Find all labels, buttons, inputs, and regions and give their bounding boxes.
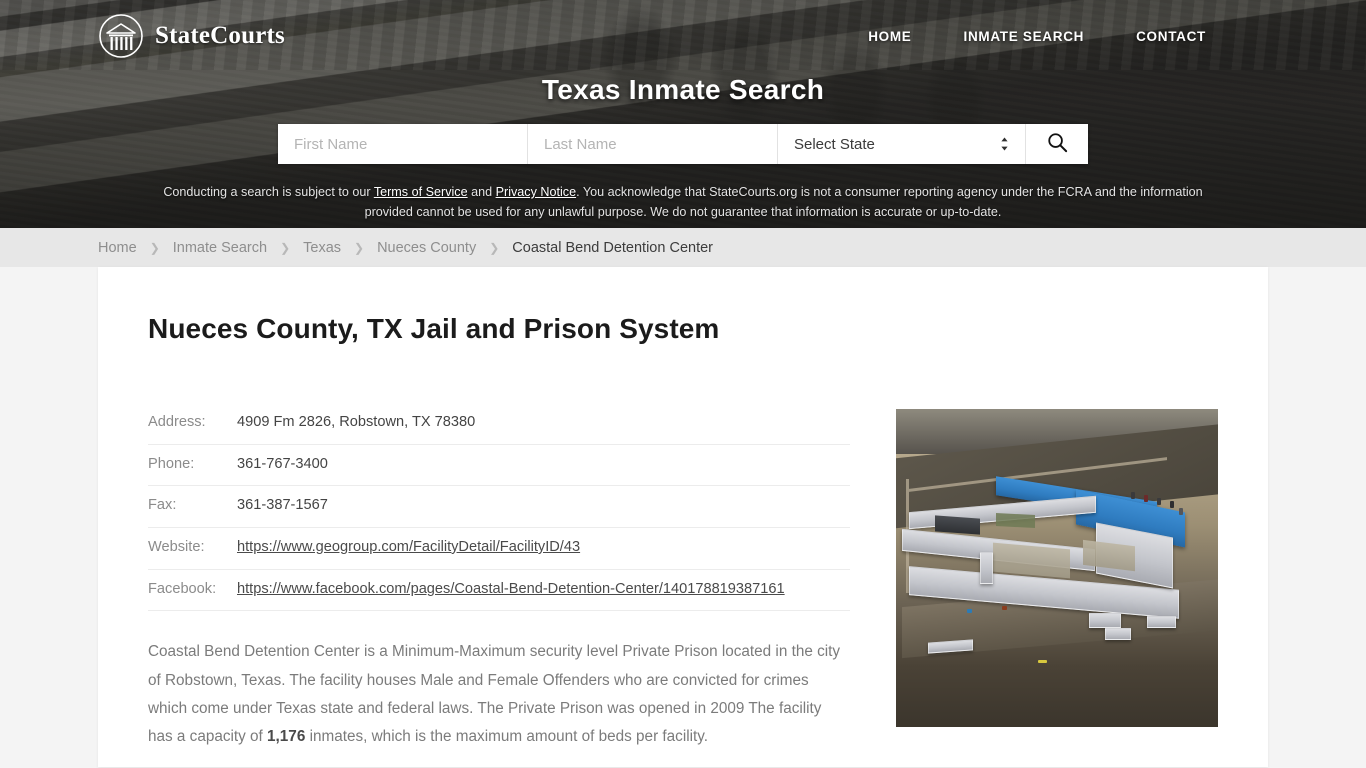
breadcrumb: Home ❯ Inmate Search ❯ Texas ❯ Nueces Co… [0, 228, 1366, 267]
chevron-updown-icon [1000, 136, 1009, 152]
state-select[interactable]: Select State [778, 124, 1026, 164]
breadcrumb-item-current: Coastal Bend Detention Center [512, 239, 713, 256]
last-name-input[interactable] [528, 124, 778, 164]
page-title: Nueces County, TX Jail and Prison System [148, 313, 720, 344]
facility-capacity: 1,176 [267, 728, 306, 746]
facility-description: Coastal Bend Detention Center is a Minim… [148, 638, 850, 751]
breadcrumb-separator-icon: ❯ [149, 240, 160, 255]
main-navigation: HOME INMATE SEARCH CONTACT [868, 29, 1206, 44]
detail-label-fax: Fax: [148, 497, 177, 514]
privacy-notice-link[interactable]: Privacy Notice [496, 185, 576, 199]
search-submit-button[interactable] [1026, 124, 1088, 164]
brand-name: StateCourts [155, 22, 285, 49]
nav-item-home[interactable]: HOME [868, 29, 911, 44]
table-row: Phone: 361-767-3400 [148, 445, 850, 487]
facility-aerial-photo [896, 409, 1218, 727]
detail-value-fax: 361-387-1567 [237, 497, 328, 514]
detail-label-facebook: Facebook: [148, 580, 217, 597]
detail-label-website: Website: [148, 538, 205, 555]
table-row: Website: https://www.geogroup.com/Facili… [148, 528, 850, 570]
brand-logo[interactable]: StateCourts [98, 13, 285, 59]
disclaimer-text-2: and [467, 185, 496, 199]
facility-details-table: Address: 4909 Fm 2826, Robstown, TX 7838… [148, 403, 850, 612]
table-row: Facebook: https://www.facebook.com/pages… [148, 570, 850, 612]
breadcrumb-separator-icon: ❯ [489, 240, 500, 255]
table-row: Fax: 361-387-1567 [148, 486, 850, 528]
description-tail: inmates, which is the maximum amount of … [305, 728, 709, 746]
table-row: Address: 4909 Fm 2826, Robstown, TX 7838… [148, 403, 850, 445]
website-link[interactable]: https://www.geogroup.com/FacilityDetail/… [237, 539, 580, 555]
search-section: Select State [0, 124, 1366, 164]
facility-details-column: Address: 4909 Fm 2826, Robstown, TX 7838… [148, 403, 850, 767]
state-select-value: Select State [794, 135, 875, 153]
nav-item-inmate-search[interactable]: INMATE SEARCH [964, 29, 1085, 44]
magnifier-icon [1046, 131, 1069, 157]
terms-of-service-link[interactable]: Terms of Service [374, 185, 468, 199]
facility-photo-column [896, 403, 1218, 767]
detail-label-address: Address: [148, 414, 206, 430]
courthouse-circle-logo-icon [98, 13, 144, 59]
nav-item-contact[interactable]: CONTACT [1136, 29, 1206, 44]
detail-value-website: https://www.geogroup.com/FacilityDetail/… [237, 536, 580, 560]
detail-label-phone: Phone: [148, 455, 195, 472]
site-header: StateCourts HOME INMATE SEARCH CONTACT T… [0, 0, 1366, 228]
content-card: Nueces County, TX Jail and Prison System… [98, 267, 1268, 767]
detail-value-facebook: https://www.facebook.com/pages/Coastal-B… [237, 578, 785, 602]
page-body: Nueces County, TX Jail and Prison System… [0, 267, 1366, 767]
disclaimer-text-1: Conducting a search is subject to our [163, 185, 374, 199]
breadcrumb-separator-icon: ❯ [354, 240, 365, 255]
breadcrumb-item-nueces-county[interactable]: Nueces County [377, 240, 476, 256]
search-bar: Select State [278, 124, 1088, 164]
hero-title: Texas Inmate Search [541, 74, 825, 105]
breadcrumb-item-texas[interactable]: Texas [303, 240, 341, 256]
detail-value-address: 4909 Fm 2826, Robstown, TX 78380 [237, 414, 476, 430]
facebook-link[interactable]: https://www.facebook.com/pages/Coastal-B… [237, 581, 785, 597]
detail-value-phone: 361-767-3400 [237, 455, 328, 472]
breadcrumb-item-inmate-search[interactable]: Inmate Search [173, 240, 267, 256]
breadcrumb-item-home[interactable]: Home [98, 240, 137, 256]
breadcrumb-separator-icon: ❯ [280, 240, 291, 255]
search-disclaimer: Conducting a search is subject to our Te… [131, 182, 1236, 223]
top-bar: StateCourts HOME INMATE SEARCH CONTACT [0, 0, 1366, 72]
first-name-input[interactable] [278, 124, 528, 164]
